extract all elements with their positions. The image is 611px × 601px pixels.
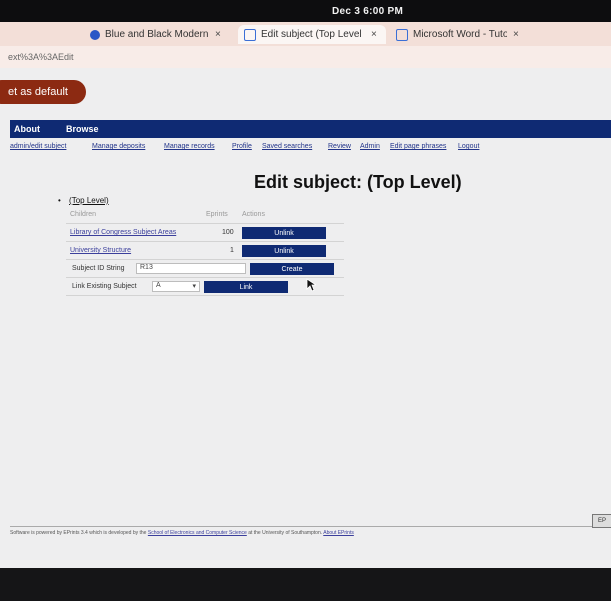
web-page: et as default About Browse admin/edit su… bbox=[0, 68, 611, 601]
tab-label: Blue and Black Modern bbox=[105, 29, 209, 40]
create-button[interactable]: Create bbox=[250, 263, 334, 275]
monitor-screen: Dec 3 6:00 PM × Blue and Black Modern × … bbox=[0, 0, 611, 601]
set-as-default-button[interactable]: et as default bbox=[0, 80, 86, 104]
unlink-button[interactable]: Unlink bbox=[242, 227, 326, 239]
tab-blue-and-black-modern[interactable]: Blue and Black Modern × bbox=[84, 25, 230, 44]
subnav-item-logout[interactable]: Logout bbox=[458, 143, 479, 150]
document-icon bbox=[244, 28, 256, 41]
header-children: Children bbox=[70, 211, 97, 218]
user-subnav: admin/edit subject Manage deposits Manag… bbox=[10, 140, 611, 154]
table-row: Library of Congress Subject Areas 100 Un… bbox=[66, 226, 344, 242]
system-top-bar: Dec 3 6:00 PM bbox=[0, 0, 611, 22]
add-subject-row: Subject ID String R13 Create bbox=[66, 262, 344, 278]
page-title: Edit subject: (Top Level) bbox=[254, 172, 462, 192]
footer-school-link[interactable]: School of Electronics and Computer Scien… bbox=[148, 530, 247, 536]
canva-icon bbox=[90, 29, 100, 40]
close-icon[interactable]: × bbox=[215, 29, 221, 40]
tab-label: Edit subject (Top Level bbox=[261, 29, 362, 40]
close-icon[interactable]: × bbox=[371, 29, 377, 40]
link-existing-label: Link Existing Subject bbox=[72, 283, 137, 290]
footer-university: at the University of Southampton. bbox=[248, 530, 323, 536]
subnav-item-saved-searches[interactable]: Saved searches bbox=[262, 143, 312, 150]
link-button[interactable]: Link bbox=[204, 281, 288, 293]
nav-item-about[interactable]: About bbox=[14, 124, 40, 134]
eprint-count: 100 bbox=[222, 229, 234, 236]
tab-microsoft-word[interactable]: Microsoft Word - Tuto × bbox=[390, 25, 526, 44]
child-subject-link[interactable]: University Structure bbox=[70, 247, 131, 254]
footer-text: Software is powered by EPrints 3.4 which… bbox=[10, 530, 611, 536]
close-icon[interactable]: × bbox=[513, 29, 519, 40]
existing-subject-select[interactable]: A ▾ bbox=[152, 281, 200, 292]
subnav-item-profile[interactable]: Profile bbox=[232, 143, 252, 150]
subject-tree-root: • (Top Level) bbox=[58, 196, 109, 205]
system-clock: Dec 3 6:00 PM bbox=[332, 6, 404, 17]
header-actions: Actions bbox=[242, 211, 265, 218]
tab-label: Microsoft Word - Tuto bbox=[413, 29, 507, 40]
child-subject-link[interactable]: Library of Congress Subject Areas bbox=[70, 229, 176, 236]
subject-id-input[interactable]: R13 bbox=[136, 263, 246, 274]
browser-tab-bar: × Blue and Black Modern × Edit subject (… bbox=[0, 22, 611, 62]
mouse-cursor-icon bbox=[306, 278, 316, 292]
footer-powered-by: Software is powered by EPrints 3.4 which… bbox=[10, 530, 147, 536]
document-icon bbox=[396, 28, 408, 41]
selected-value: A bbox=[156, 282, 161, 289]
table-row: University Structure 1 Unlink bbox=[66, 244, 344, 260]
url-text: ext%3A%3AEdit bbox=[8, 52, 74, 62]
eprints-badge: EP bbox=[592, 514, 611, 528]
monitor-bezel bbox=[0, 568, 611, 601]
eprint-count: 1 bbox=[230, 247, 234, 254]
link-existing-row: Link Existing Subject A ▾ Link bbox=[66, 280, 344, 296]
chevron-down-icon: ▾ bbox=[192, 283, 196, 290]
nav-item-browse[interactable]: Browse bbox=[66, 124, 99, 134]
footer-about-link[interactable]: About EPrints bbox=[323, 530, 354, 536]
subnav-item-review[interactable]: Review bbox=[328, 143, 351, 150]
header-eprints: Eprints bbox=[206, 211, 228, 218]
address-bar[interactable]: ext%3A%3AEdit bbox=[0, 46, 611, 68]
tree-root-label[interactable]: (Top Level) bbox=[69, 196, 109, 205]
subnav-item-admin[interactable]: admin/edit subject bbox=[10, 143, 66, 150]
subnav-item-edit-page-phrases[interactable]: Edit page phrases bbox=[390, 143, 446, 150]
subnav-item-manage-deposits[interactable]: Manage deposits bbox=[92, 143, 145, 150]
bullet-icon: • bbox=[58, 196, 61, 205]
subject-id-label: Subject ID String bbox=[72, 265, 125, 272]
unlink-button[interactable]: Unlink bbox=[242, 245, 326, 257]
footer-divider bbox=[10, 526, 611, 527]
subnav-item-admin-2[interactable]: Admin bbox=[360, 143, 380, 150]
table-header-row: Children Eprints Actions bbox=[66, 208, 344, 224]
main-nav-bar: About Browse bbox=[10, 120, 611, 138]
tab-edit-subject[interactable]: Edit subject (Top Level × bbox=[238, 25, 386, 44]
subnav-item-manage-records[interactable]: Manage records bbox=[164, 143, 215, 150]
